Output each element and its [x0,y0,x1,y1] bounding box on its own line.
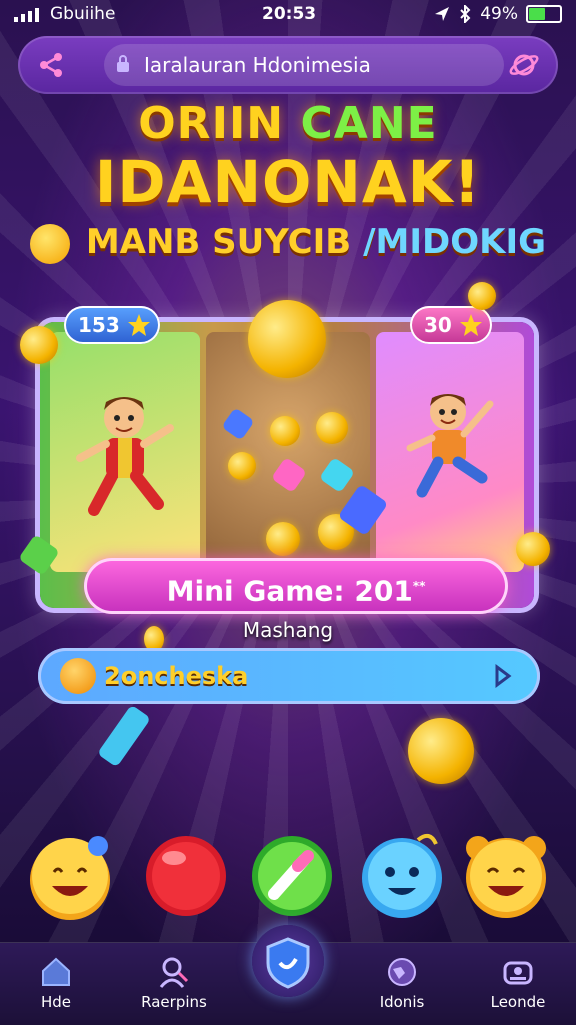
nav-item-profile[interactable]: Raerpins [124,955,224,1011]
floating-gem [96,704,152,768]
game-title-line1: ORIIN CANE [0,98,576,149]
globe-icon [388,958,416,986]
title-line3-part2: /MIDOKIG [363,222,546,262]
floating-coin [516,532,550,566]
right-score: 30 [424,313,452,337]
nav-label: Raerpins [141,993,207,1011]
right-score-badge: 30 [410,306,492,344]
action-label: 2oncheska [104,662,249,690]
nav-item-globe[interactable]: Idonis [352,955,452,1011]
character-blue-blob[interactable] [356,830,448,922]
smiley-coin-icon [29,223,70,264]
left-score: 153 [78,313,120,337]
controller-icon [503,961,533,985]
emoji-token [266,522,300,556]
green-ball-icon [252,836,332,916]
smiley-coin-top [248,300,326,378]
title-word-2: CANE [300,98,438,149]
floating-coin [408,718,474,784]
yellow-bear-icon [466,836,546,918]
home-icon [42,957,70,986]
profile-icon [159,957,189,988]
blue-blob-icon [362,833,442,918]
floating-coin [20,326,58,364]
pink-gem [270,456,308,494]
emoji-token [228,452,256,480]
boy-character-right [406,394,494,498]
nav-label: Hde [40,993,72,1011]
emoji-token [316,412,348,444]
title-line3-part1: MANB SUYCIB [85,222,352,262]
smiley-coin-icon [30,836,110,920]
blue-gem [221,407,255,441]
emoji-token [270,416,300,446]
battery-icon [526,5,562,23]
url-text: Iaralauran Hdonimesia [144,53,371,77]
star-icon [459,314,482,336]
battery-percent: 49% [480,4,518,24]
right-panel [376,332,524,572]
nav-item-center[interactable] [252,925,324,997]
nav-label: Idonis [379,993,425,1011]
browser-address-bar: Iaralauran Hdonimesia [18,36,558,94]
share-icon[interactable] [36,50,66,80]
nav-label: Leonde [490,993,546,1011]
carrier-name: Gbuiihe [50,4,116,24]
bluetooth-icon [460,5,471,23]
character-red-ball[interactable] [140,830,232,922]
lock-icon [117,55,129,72]
url-field[interactable]: Iaralauran Hdonimesia [104,44,504,86]
game-title-line2: IDANONAK! [94,148,482,216]
boy-character-left [76,397,174,516]
clock: 20:53 [262,4,317,24]
battery-fill [529,8,545,20]
action-bar[interactable]: 2oncheska [38,648,540,704]
mini-game-banner[interactable]: Mini Game: 201** [84,558,508,614]
nav-item-controller[interactable]: Leonde [468,955,568,1011]
blue-gem [318,456,356,494]
arrow-right-icon[interactable] [490,664,514,688]
status-bar: Gbuiihe 20:53 49% [0,0,576,30]
menu-planet-icon[interactable] [508,49,540,81]
character-coin-smiley[interactable] [24,830,116,922]
signal-icon [14,8,39,22]
game-title-line3: MANB SUYCIB /MIDOKIG [0,222,576,264]
title-word-1: ORIIN [138,98,285,149]
left-score-badge: 153 [64,306,160,344]
character-yellow-bear[interactable] [460,830,552,922]
banner-mark: ** [412,579,426,593]
floating-coin [468,282,496,310]
left-panel [50,332,200,572]
nav-item-home[interactable]: Hde [6,955,106,1011]
red-ball-icon [146,836,226,916]
location-icon [435,7,450,21]
game-subtitle: Mashang [242,618,334,642]
smiley-icon [60,658,96,694]
shield-icon [266,937,310,989]
star-icon [127,314,150,336]
character-green-ball[interactable] [246,830,338,922]
banner-text: Mini Game: 201 [166,574,413,608]
bottom-navigation: Hde Raerpins Idonis Leonde [0,925,576,1025]
